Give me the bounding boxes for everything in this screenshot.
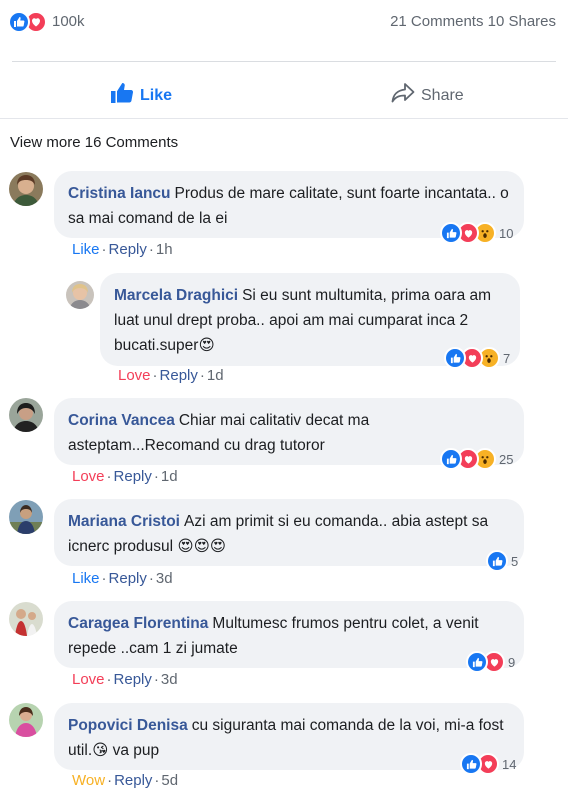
comment-author[interactable]: Corina Vancea bbox=[68, 412, 175, 429]
avatar[interactable] bbox=[9, 398, 43, 432]
comment-reaction-count: 5 bbox=[511, 553, 519, 569]
comment-reaction-link[interactable]: Love bbox=[72, 468, 105, 485]
comment-reactions[interactable]: 5 bbox=[486, 549, 518, 573]
share-arrow-icon bbox=[391, 82, 415, 109]
comment-time[interactable]: 1d bbox=[207, 367, 224, 384]
share-button[interactable]: Share bbox=[391, 82, 464, 109]
reply-link[interactable]: Reply bbox=[114, 772, 152, 789]
comment-reaction-count: 7 bbox=[503, 350, 511, 366]
comment-bubble: Caragea Florentina Multumesc frumos pentr… bbox=[54, 601, 524, 668]
like-icon bbox=[486, 550, 508, 572]
comment-reaction-link[interactable]: Love bbox=[72, 671, 105, 688]
comment-reactions[interactable]: 9 bbox=[466, 650, 515, 674]
comment-actions: Love · Reply · 3d bbox=[72, 671, 178, 688]
comment-author[interactable]: Cristina Iancu bbox=[68, 185, 171, 202]
comment-actions: Love · Reply · 1d bbox=[72, 468, 178, 485]
comment-author[interactable]: Popovici Denisa bbox=[68, 717, 188, 734]
avatar[interactable] bbox=[9, 172, 43, 206]
actions-divider bbox=[0, 118, 568, 119]
comment-reactions[interactable]: 14 bbox=[460, 752, 516, 776]
like-icon bbox=[440, 222, 462, 244]
comment-time[interactable]: 3d bbox=[161, 671, 178, 688]
reply-link[interactable]: Reply bbox=[114, 468, 152, 485]
reaction-count[interactable]: 100k bbox=[52, 13, 85, 30]
post-actions: Like Share bbox=[0, 62, 568, 118]
comment-bubble: Popovici Denisa cu siguranta mai comanda … bbox=[54, 703, 524, 770]
comment-reaction-link[interactable]: Like bbox=[72, 570, 100, 587]
like-icon bbox=[444, 347, 466, 369]
like-icon bbox=[460, 753, 482, 775]
comment-reaction-link[interactable]: Like bbox=[72, 241, 100, 258]
reply-link[interactable]: Reply bbox=[109, 570, 147, 587]
comment-reaction-count: 25 bbox=[499, 451, 514, 467]
comment-bubble: Mariana Cristoi Azi am primit si eu coman… bbox=[54, 499, 524, 566]
comment-reaction-link[interactable]: Wow bbox=[72, 772, 105, 789]
comment-reaction-count: 14 bbox=[502, 756, 517, 772]
comment-author[interactable]: Marcela Draghici bbox=[114, 287, 238, 304]
reply-link[interactable]: Reply bbox=[114, 671, 152, 688]
view-more-comments-link[interactable]: View more 16 Comments bbox=[10, 134, 178, 151]
avatar[interactable] bbox=[9, 602, 43, 636]
post-reaction-icons[interactable] bbox=[8, 11, 50, 33]
comment-reaction-count: 9 bbox=[508, 654, 516, 670]
share-button-label: Share bbox=[421, 86, 464, 104]
comment-author[interactable]: Caragea Florentina bbox=[68, 615, 208, 632]
comment-reaction-count: 10 bbox=[499, 225, 514, 241]
comment-time[interactable]: 1h bbox=[156, 241, 173, 258]
reply-link[interactable]: Reply bbox=[160, 367, 198, 384]
comment-actions: Like · Reply · 1h bbox=[72, 241, 173, 258]
like-button[interactable]: Like bbox=[110, 82, 172, 109]
comment-reactions[interactable]: 7 bbox=[444, 346, 510, 370]
like-icon bbox=[8, 11, 30, 33]
like-icon bbox=[440, 448, 462, 470]
comment-time[interactable]: 5d bbox=[161, 772, 178, 789]
like-icon bbox=[466, 651, 488, 673]
comment-reactions[interactable]: 10 bbox=[440, 221, 513, 245]
reply-link[interactable]: Reply bbox=[109, 241, 147, 258]
avatar[interactable] bbox=[9, 703, 43, 737]
post-stats-row: 100k 21 Comments 10 Shares bbox=[0, 0, 568, 44]
like-button-label: Like bbox=[140, 86, 173, 104]
avatar[interactable] bbox=[66, 281, 94, 309]
avatar[interactable] bbox=[9, 500, 43, 534]
comment-time[interactable]: 3d bbox=[156, 570, 173, 587]
comments-shares-count[interactable]: 21 Comments 10 Shares bbox=[390, 13, 556, 30]
comment-time[interactable]: 1d bbox=[161, 468, 178, 485]
comment-actions: Like · Reply · 3d bbox=[72, 570, 173, 587]
comment-reactions[interactable]: 25 bbox=[440, 447, 513, 471]
thumbs-up-icon bbox=[110, 82, 134, 109]
comment-author[interactable]: Mariana Cristoi bbox=[68, 513, 180, 530]
comment-actions: Wow · Reply · 5d bbox=[72, 772, 179, 789]
comment-actions: Love · Reply · 1d bbox=[118, 367, 224, 384]
comment-reaction-link[interactable]: Love bbox=[118, 367, 151, 384]
